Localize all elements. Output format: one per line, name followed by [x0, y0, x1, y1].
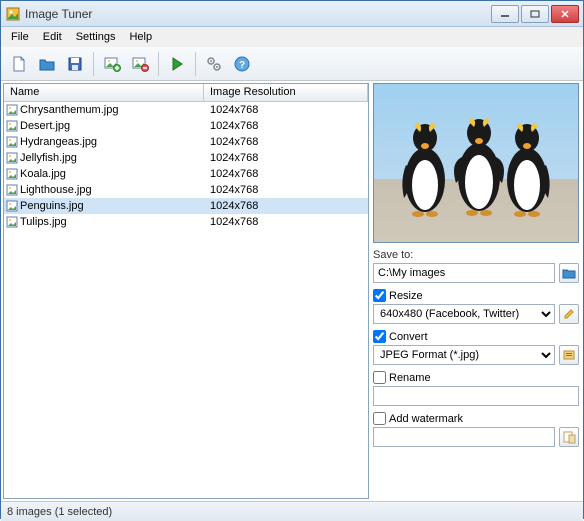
saveto-label: Save to: [373, 249, 579, 261]
file-resolution: 1024x768 [204, 136, 368, 148]
menubar: File Edit Settings Help [1, 27, 583, 47]
svg-text:?: ? [239, 60, 245, 71]
statusbar: 8 images (1 selected) [1, 501, 583, 521]
help-button[interactable]: ? [230, 52, 254, 76]
image-file-icon [6, 136, 18, 148]
toolbar-divider [93, 52, 94, 76]
right-panel: Save to: Resize 640x480 (Facebook, Twitt… [373, 83, 579, 499]
minimize-button[interactable] [491, 5, 519, 23]
file-row[interactable]: Desert.jpg 1024x768 [4, 118, 368, 134]
file-name: Hydrangeas.jpg [20, 136, 97, 148]
image-preview [373, 83, 579, 243]
menu-edit[interactable]: Edit [37, 29, 68, 45]
file-name: Koala.jpg [20, 168, 66, 180]
file-name: Desert.jpg [20, 120, 70, 132]
image-file-icon [6, 216, 18, 228]
file-resolution: 1024x768 [204, 152, 368, 164]
window-title: Image Tuner [25, 7, 491, 21]
watermark-input[interactable] [373, 427, 555, 447]
titlebar: Image Tuner [1, 1, 583, 27]
add-image-button[interactable] [100, 52, 124, 76]
file-row[interactable]: Lighthouse.jpg 1024x768 [4, 182, 368, 198]
toolbar-divider [195, 52, 196, 76]
file-name: Tulips.jpg [20, 216, 67, 228]
image-file-icon [6, 152, 18, 164]
maximize-button[interactable] [521, 5, 549, 23]
image-file-icon [6, 168, 18, 180]
file-name: Lighthouse.jpg [20, 184, 92, 196]
watermark-checkbox[interactable] [373, 412, 386, 425]
toolbar: ? [1, 47, 583, 81]
list-header: Name Image Resolution [4, 84, 368, 102]
watermark-label: Add watermark [389, 413, 463, 425]
image-file-icon [6, 104, 18, 116]
close-button[interactable] [551, 5, 579, 23]
app-icon [5, 6, 21, 22]
file-row[interactable]: Koala.jpg 1024x768 [4, 166, 368, 182]
run-button[interactable] [165, 52, 189, 76]
file-resolution: 1024x768 [204, 104, 368, 116]
file-row[interactable]: Hydrangeas.jpg 1024x768 [4, 134, 368, 150]
file-row[interactable]: Penguins.jpg 1024x768 [4, 198, 368, 214]
file-list[interactable]: Chrysanthemum.jpg 1024x768 Desert.jpg 1024x… [4, 102, 368, 498]
convert-checkbox-label[interactable]: Convert [373, 330, 579, 343]
convert-checkbox[interactable] [373, 330, 386, 343]
convert-label: Convert [389, 331, 428, 343]
save-button[interactable] [63, 52, 87, 76]
rename-checkbox[interactable] [373, 371, 386, 384]
settings-button[interactable] [202, 52, 226, 76]
menu-settings[interactable]: Settings [70, 29, 122, 45]
convert-settings-button[interactable] [559, 345, 579, 365]
file-name: Penguins.jpg [20, 200, 84, 212]
browse-folder-button[interactable] [559, 263, 579, 283]
saveto-input[interactable] [373, 263, 555, 283]
file-list-pane: Name Image Resolution Chrysanthemum.jpg 1… [3, 83, 369, 499]
image-file-icon [6, 120, 18, 132]
rename-input[interactable] [373, 386, 579, 406]
image-file-icon [6, 184, 18, 196]
watermark-settings-button[interactable] [559, 427, 579, 447]
file-resolution: 1024x768 [204, 168, 368, 180]
column-resolution[interactable]: Image Resolution [204, 84, 368, 101]
file-resolution: 1024x768 [204, 184, 368, 196]
status-text: 8 images (1 selected) [7, 506, 112, 518]
file-resolution: 1024x768 [204, 120, 368, 132]
resize-select[interactable]: 640x480 (Facebook, Twitter) [373, 304, 555, 324]
watermark-checkbox-label[interactable]: Add watermark [373, 412, 579, 425]
open-folder-button[interactable] [35, 52, 59, 76]
convert-select[interactable]: JPEG Format (*.jpg) [373, 345, 555, 365]
menu-file[interactable]: File [5, 29, 35, 45]
resize-label: Resize [389, 290, 423, 302]
file-name: Jellyfish.jpg [20, 152, 77, 164]
file-resolution: 1024x768 [204, 216, 368, 228]
menu-help[interactable]: Help [123, 29, 158, 45]
column-name[interactable]: Name [4, 84, 204, 101]
resize-checkbox[interactable] [373, 289, 386, 302]
toolbar-divider [158, 52, 159, 76]
new-file-button[interactable] [7, 52, 31, 76]
resize-edit-button[interactable] [559, 304, 579, 324]
rename-checkbox-label[interactable]: Rename [373, 371, 579, 384]
file-resolution: 1024x768 [204, 200, 368, 212]
resize-checkbox-label[interactable]: Resize [373, 289, 579, 302]
file-row[interactable]: Chrysanthemum.jpg 1024x768 [4, 102, 368, 118]
image-file-icon [6, 200, 18, 212]
rename-label: Rename [389, 372, 431, 384]
file-row[interactable]: Tulips.jpg 1024x768 [4, 214, 368, 230]
remove-image-button[interactable] [128, 52, 152, 76]
file-row[interactable]: Jellyfish.jpg 1024x768 [4, 150, 368, 166]
file-name: Chrysanthemum.jpg [20, 104, 118, 116]
